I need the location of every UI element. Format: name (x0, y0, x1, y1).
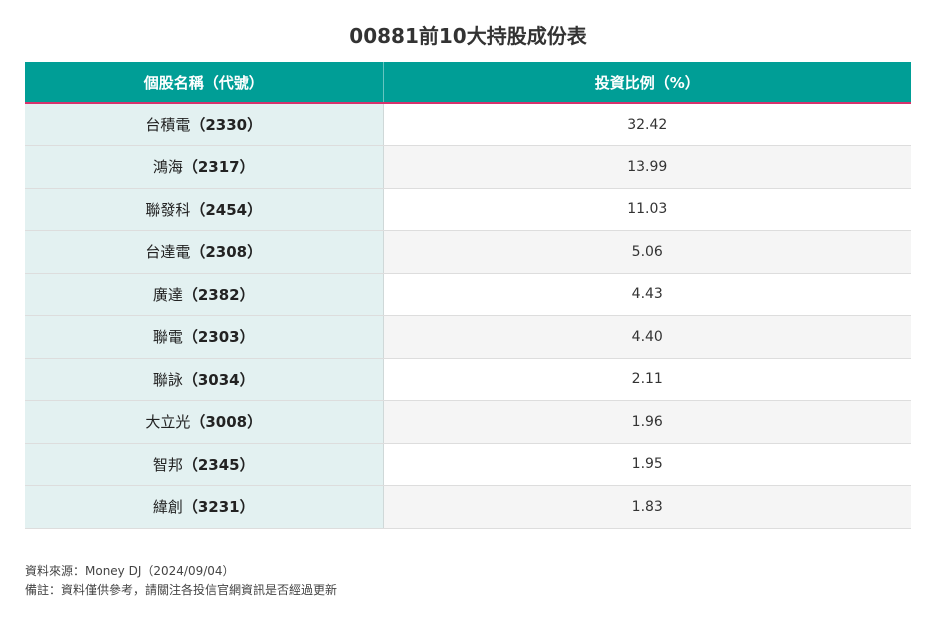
table-row: 聯發科（2454） 11.03 (25, 188, 911, 231)
investment-ratio-cell: 1.96 (383, 400, 911, 444)
stock-code: （2454） (190, 200, 263, 219)
stock-code: （2308） (190, 243, 263, 262)
stock-name-cell: 緯創（3231） (25, 485, 384, 529)
investment-ratio-cell: 11.03 (383, 188, 911, 231)
table-row: 台達電（2308） 5.06 (25, 230, 911, 274)
holdings-table: 個股名稱（代號） 投資比例（%） 台積電（2330） 32.42 鴻海（2317） 1… (25, 62, 911, 529)
investment-ratio-cell: 1.95 (383, 443, 911, 486)
investment-ratio-cell: 32.42 (383, 103, 911, 146)
stock-name-cell: 台積電（2330） (25, 103, 384, 146)
stock-code: （2303） (182, 328, 255, 347)
table-row: 鴻海（2317） 13.99 (25, 145, 911, 189)
stock-name-cell: 台達電（2308） (25, 230, 384, 274)
stock-name: 廣達 (152, 285, 183, 304)
stock-name: 鴻海 (152, 158, 183, 177)
stock-name: 聯電 (152, 328, 183, 347)
stock-name-cell: 鴻海（2317） (25, 145, 384, 189)
table-row: 台積電（2330） 32.42 (25, 103, 911, 146)
stock-name: 大立光 (145, 413, 191, 432)
stock-name: 聯發科 (145, 200, 191, 219)
stock-code: （3231） (182, 498, 255, 517)
stock-code: （2330） (190, 116, 263, 134)
table-row: 智邦（2345） 1.95 (25, 443, 911, 486)
stock-name-cell: 大立光（3008） (25, 400, 384, 444)
stock-name: 聯詠 (152, 370, 183, 389)
investment-ratio-cell: 2.11 (383, 358, 911, 401)
table-body: 台積電（2330） 32.42 鴻海（2317） 13.99 聯發科（2454） 11.0… (25, 103, 911, 529)
stock-code: （2345） (182, 455, 255, 474)
stock-code: （3008） (190, 413, 263, 432)
stock-name: 台達電 (145, 243, 191, 262)
stock-code: （2317） (182, 158, 255, 177)
table-title: 00881前10大持股成份表 (349, 24, 587, 48)
stock-name: 緯創 (152, 498, 183, 517)
remark-note: 備註：資料僅供參考，請關注各投信官網資訊是否經過更新 (25, 583, 338, 597)
source-note: 資料來源：Money DJ（2024/09/04） (25, 564, 235, 578)
table-row: 大立光（3008） 1.96 (25, 400, 911, 444)
table-header-row: 個股名稱（代號） 投資比例（%） (25, 62, 911, 104)
stock-name-cell: 廣達（2382） (25, 273, 384, 316)
investment-ratio-cell: 13.99 (383, 145, 911, 189)
investment-ratio-cell: 4.40 (383, 315, 911, 359)
stock-name-cell: 智邦（2345） (25, 443, 384, 486)
stock-name: 智邦 (152, 455, 183, 474)
stock-name-cell: 聯詠（3034） (25, 358, 384, 401)
table-row: 緯創（3231） 1.83 (25, 485, 911, 529)
investment-ratio-cell: 5.06 (383, 230, 911, 274)
footnotes: 資料來源：Money DJ（2024/09/04） 備註：資料僅供參考，請關注各… (25, 562, 337, 600)
stock-name-cell: 聯發科（2454） (25, 188, 384, 231)
table-row: 聯詠（3034） 2.11 (25, 358, 911, 401)
stock-code: （2382） (182, 285, 255, 304)
investment-ratio-cell: 1.83 (383, 485, 911, 529)
stock-name: 台積電 (145, 116, 191, 134)
table-row: 聯電（2303） 4.40 (25, 315, 911, 359)
stock-code: （3034） (182, 370, 255, 389)
column-header-stock: 個股名稱（代號） (25, 62, 384, 104)
column-header-ratio: 投資比例（%） (383, 62, 911, 104)
stock-name-cell: 聯電（2303） (25, 315, 384, 359)
table-row: 廣達（2382） 4.43 (25, 273, 911, 316)
investment-ratio-cell: 4.43 (383, 273, 911, 316)
